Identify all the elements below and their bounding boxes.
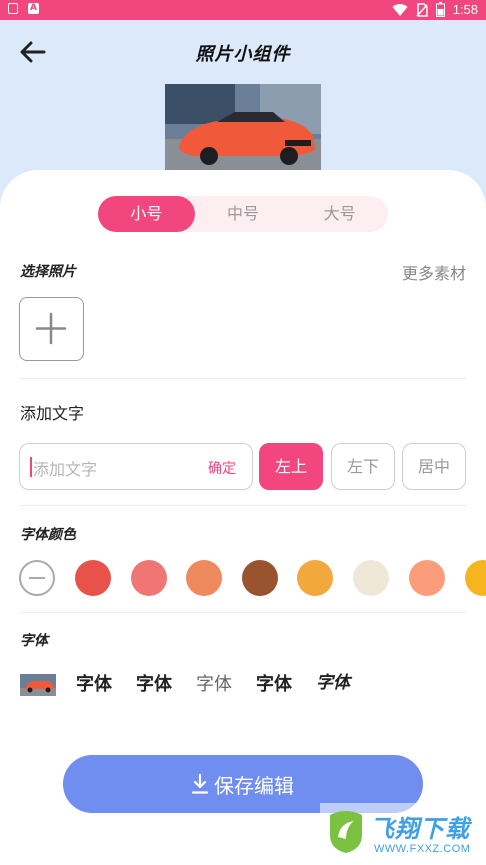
font-title: 字体 <box>20 633 48 649</box>
divider <box>20 378 466 379</box>
no-sim-icon <box>416 2 428 17</box>
text-caret <box>30 457 32 477</box>
status-bar: A 1:58 <box>0 0 486 20</box>
add-text-input[interactable]: 添加文字 确定 <box>19 443 253 490</box>
font-color-title: 字体颜色 <box>20 527 76 543</box>
watermark-logo-icon <box>330 811 362 853</box>
page-title: 照片小组件 <box>195 44 291 65</box>
confirm-button[interactable]: 确定 <box>208 458 236 478</box>
font-option[interactable]: 字体 <box>76 670 112 696</box>
font-preview-thumbnail[interactable] <box>20 674 56 696</box>
position-top-left-button[interactable]: 左上 <box>259 443 323 490</box>
tab-medium[interactable]: 中号 <box>195 196 292 232</box>
no-color-swatch[interactable] <box>19 560 55 596</box>
color-swatch[interactable] <box>409 560 445 596</box>
color-swatch[interactable] <box>242 560 278 596</box>
font-option[interactable]: 字体 <box>136 670 172 696</box>
color-swatch[interactable] <box>75 560 111 596</box>
add-text-placeholder: 添加文字 <box>33 460 98 479</box>
add-text-title: 添加文字 <box>20 404 85 423</box>
watermark-url: WWW.FXXZ.COM <box>374 843 471 855</box>
divider <box>20 612 466 613</box>
tab-large[interactable]: 大号 <box>291 196 388 232</box>
status-time: 1:58 <box>452 2 478 17</box>
divider <box>20 505 466 506</box>
more-materials-link[interactable]: 更多素材 <box>402 260 466 284</box>
watermark-text: 飞翔下载 <box>370 815 470 843</box>
font-option[interactable]: 字体 <box>196 670 232 696</box>
save-edit-label: 保存编辑 <box>214 773 294 798</box>
add-photo-button[interactable] <box>19 297 84 361</box>
font-option[interactable]: 字体 <box>316 668 350 693</box>
position-center-button[interactable]: 居中 <box>402 443 466 490</box>
battery-icon <box>435 2 445 17</box>
font-option[interactable]: 字体 <box>256 670 292 696</box>
notification-icon <box>8 3 18 14</box>
color-swatch[interactable] <box>131 560 167 596</box>
size-tabs: 小号 中号 大号 <box>98 196 388 232</box>
position-bottom-left-button[interactable]: 左下 <box>331 443 395 490</box>
wifi-icon <box>392 3 408 16</box>
select-photo-title: 选择照片 <box>20 264 76 280</box>
widget-preview-image <box>165 84 321 176</box>
plus-icon <box>35 312 67 345</box>
a-icon: A <box>28 3 39 14</box>
color-swatch[interactable] <box>353 560 389 596</box>
color-swatch[interactable] <box>297 560 333 596</box>
tab-small[interactable]: 小号 <box>98 196 195 232</box>
watermark: 飞翔下载 WWW.FXXZ.COM <box>320 803 486 865</box>
color-swatch[interactable] <box>186 560 222 596</box>
download-icon <box>192 774 208 794</box>
